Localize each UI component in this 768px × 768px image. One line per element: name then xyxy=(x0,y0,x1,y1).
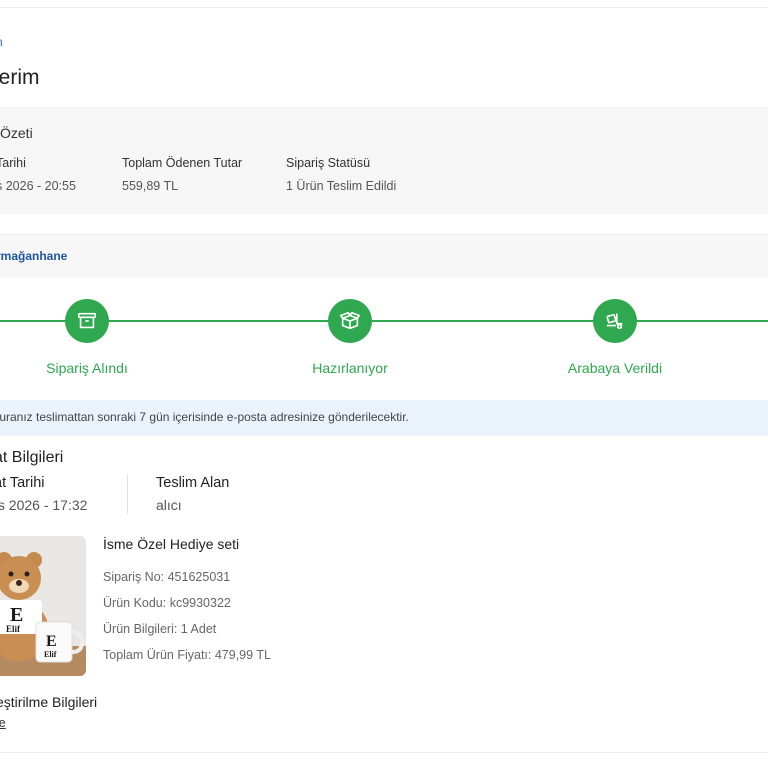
delivery-cart-icon xyxy=(593,299,637,343)
product-image[interactable]: E Elif E Elif xyxy=(0,536,86,676)
total-paid-label: Toplam Ödenen Tutar xyxy=(122,156,243,170)
step-order-received: Sipariş Alındı xyxy=(46,360,128,376)
mug-name: Elif xyxy=(44,650,57,659)
delivery-info-title: at Bilgileri xyxy=(0,449,64,466)
personalization-link[interactable]: le xyxy=(0,716,6,730)
archive-box-icon xyxy=(65,299,109,343)
store-link[interactable]: rmağanhane xyxy=(0,249,67,263)
product-name[interactable]: İsme Özel Hediye seti xyxy=(103,536,239,552)
column-separator xyxy=(127,474,128,514)
product-quantity: Ürün Bilgileri: 1 Adet xyxy=(103,622,217,636)
total-paid-value: 559,89 TL xyxy=(122,179,179,193)
order-number: Sipariş No: 451625031 xyxy=(103,570,231,584)
store-row xyxy=(0,235,768,278)
product-code: Ürün Kodu: kc9930322 xyxy=(103,596,231,610)
delivery-date-label: at Tarihi xyxy=(0,475,45,491)
order-date-label: Tarihi xyxy=(0,156,26,170)
breadcrumb[interactable]: n xyxy=(0,35,3,49)
order-summary-title: Özeti xyxy=(0,125,33,141)
page-title: lerim xyxy=(0,66,40,89)
step-preparing: Hazırlanıyor xyxy=(312,360,388,376)
recipient-label: Teslim Alan xyxy=(156,475,230,491)
order-status-label: Sipariş Statüsü xyxy=(286,156,371,170)
top-divider xyxy=(0,7,768,8)
step-shipped: Arabaya Verildi xyxy=(567,360,663,376)
bottom-divider xyxy=(0,752,768,753)
delivery-date-value: ıs 2026 - 17:32 xyxy=(0,497,88,513)
personalization-title: eştirilme Bilgileri xyxy=(0,694,98,710)
tracking-line xyxy=(0,320,768,322)
order-date-value: s 2026 - 20:55 xyxy=(0,179,76,193)
order-status-value: 1 Ürün Teslim Edildi xyxy=(286,179,397,193)
open-box-icon xyxy=(328,299,372,343)
image-name: Elif xyxy=(6,624,21,634)
invoice-info-text: turanız teslimattan sonraki 7 gün içeris… xyxy=(0,410,409,424)
image-letter: E xyxy=(10,604,23,626)
recipient-value: alıcı xyxy=(156,497,182,513)
product-total-price: Toplam Ürün Fiyatı: 479,99 TL xyxy=(103,648,271,662)
order-summary-panel xyxy=(0,107,768,214)
mug-letter: E xyxy=(46,633,57,650)
